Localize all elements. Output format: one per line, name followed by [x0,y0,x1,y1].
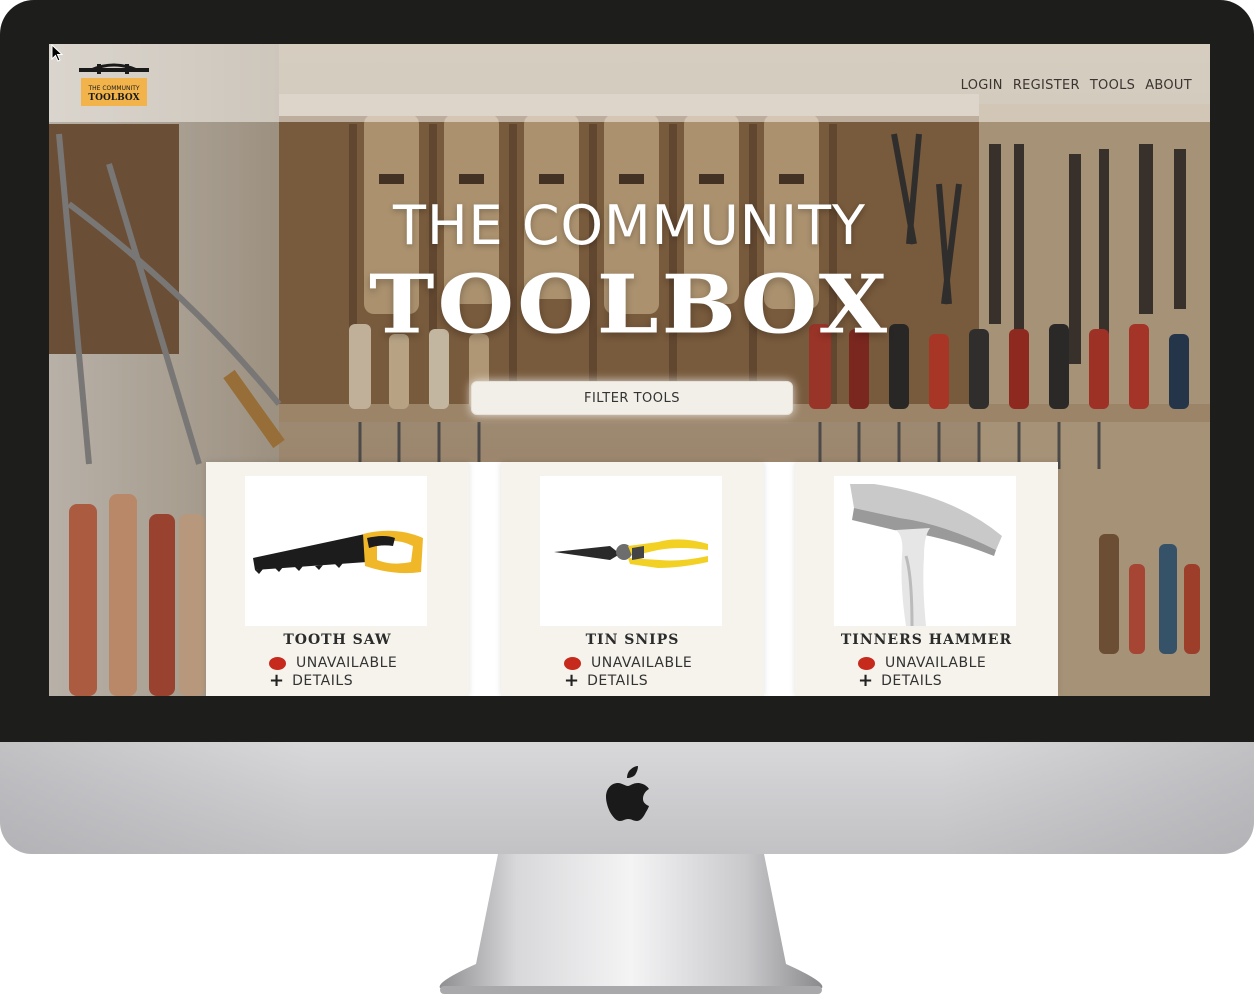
hero-title: TOOLBOX [368,256,891,352]
details-label: DETAILS [587,673,649,689]
status-dot-icon [564,656,581,670]
tool-name: TOOTH SAW [283,632,392,648]
nav-about-link[interactable]: ABOUT [1145,78,1192,93]
saw-icon [253,530,423,574]
top-navbar: THE COMMUNITY TOOLBOX LOGIN REGISTER TOO… [49,44,1210,122]
mouse-cursor-icon [51,44,63,62]
status-text: UNAVAILABLE [885,655,987,671]
details-label: DETAILS [292,673,354,689]
tool-image[interactable] [245,476,427,626]
tool-image[interactable] [540,476,722,626]
logo-text-line2: TOOLBOX [88,93,139,103]
status-text: UNAVAILABLE [296,655,398,671]
nav-links: LOGIN REGISTER TOOLS ABOUT [961,78,1192,93]
nav-register-link[interactable]: REGISTER [1013,78,1080,93]
tool-status: UNAVAILABLE [564,655,692,671]
community-toolbox-logo[interactable]: THE COMMUNITY TOOLBOX [77,56,151,110]
details-label: DETAILS [881,673,943,689]
logo-text-line1: THE COMMUNITY [87,85,139,92]
tool-card[interactable]: TOOTH SAW UNAVAILABLE + DETAILS [206,462,469,696]
details-link[interactable]: + DETAILS [564,670,649,691]
tool-card[interactable]: TINNERS HAMMER UNAVAILABLE + DETAILS [795,462,1058,696]
plus-icon: + [269,670,285,691]
hero-subtitle: THE COMMUNITY [392,194,867,257]
tool-image[interactable] [834,476,1016,626]
tool-card-list: TOOTH SAW UNAVAILABLE + DETAILS TIN SNIP… [206,462,1058,696]
status-text: UNAVAILABLE [591,655,693,671]
details-link[interactable]: + DETAILS [858,670,943,691]
tool-status: UNAVAILABLE [269,655,397,671]
hammer-icon [850,484,1002,626]
nav-login-link[interactable]: LOGIN [961,78,1003,93]
nav-tools-link[interactable]: TOOLS [1090,78,1135,93]
status-dot-icon [269,656,286,670]
tool-name: TIN SNIPS [585,632,680,648]
filter-tools-button[interactable]: FILTER TOOLS [471,381,793,415]
monitor-stand [439,854,823,994]
plus-icon: + [564,670,580,691]
tool-status: UNAVAILABLE [858,655,986,671]
apple-logo-icon [606,766,649,821]
tool-name: TINNERS HAMMER [840,632,1013,648]
browser-viewport: THE COMMUNITY TOOLBOX LOGIN REGISTER TOO… [49,44,1210,696]
details-link[interactable]: + DETAILS [269,670,354,691]
tool-card[interactable]: TIN SNIPS UNAVAILABLE + DETAILS [501,462,764,696]
tin-snips-icon [554,539,708,568]
status-dot-icon [858,656,875,670]
plus-icon: + [858,670,874,691]
